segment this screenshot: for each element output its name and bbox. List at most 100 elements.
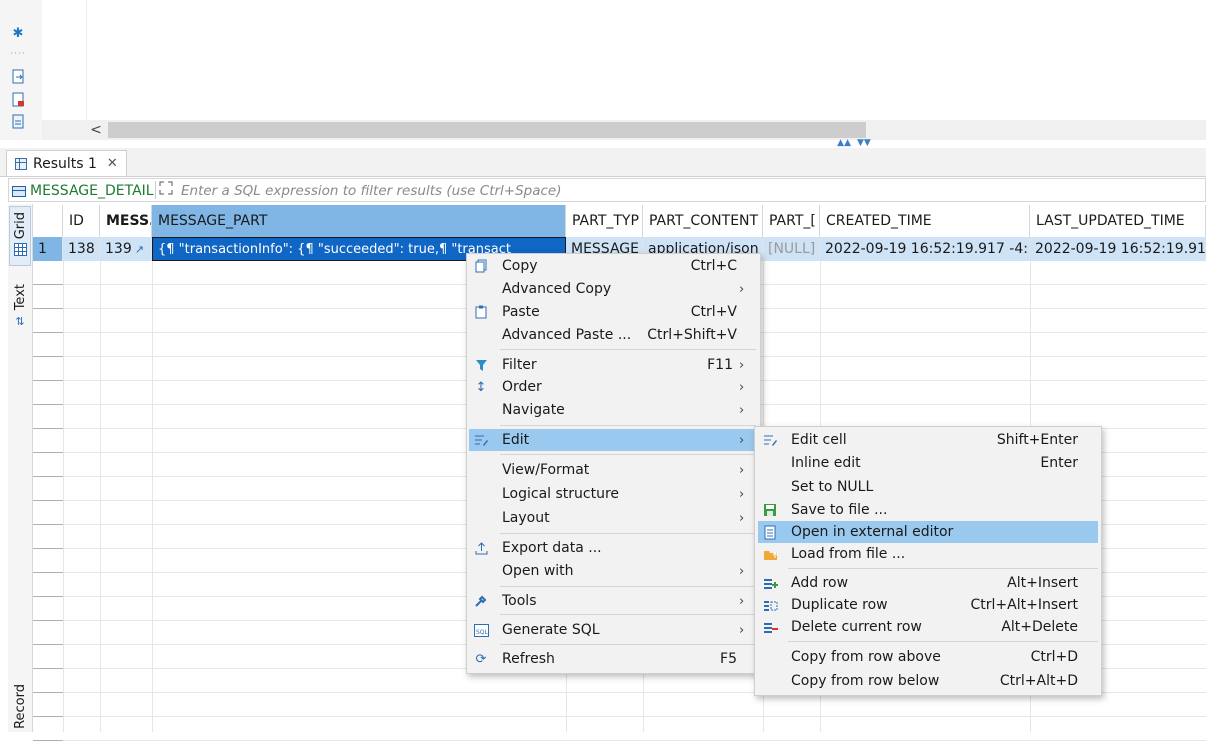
column-header-part-type[interactable]: PART_TYP xyxy=(566,205,643,237)
menu-item-set-to-null[interactable]: Set to NULL xyxy=(758,476,1098,498)
export-file-icon[interactable] xyxy=(10,68,26,84)
sql-editor-area[interactable] xyxy=(0,0,1206,140)
scroll-left-icon[interactable]: < xyxy=(88,121,104,139)
row-number-cell[interactable] xyxy=(33,309,63,333)
menu-item-navigate[interactable]: Navigate › xyxy=(469,399,755,421)
menu-item-open-in-external-editor[interactable]: Open in external editor xyxy=(758,521,1098,543)
menu-item-open-with[interactable]: Open with › xyxy=(469,560,755,582)
menu-label: Generate SQL xyxy=(502,622,600,638)
menu-label: Edit cell xyxy=(791,432,847,448)
menu-label: Copy from row above xyxy=(791,649,941,665)
menu-item-generate-sql[interactable]: SQL Generate SQL › xyxy=(469,619,755,641)
menu-shortcut: Ctrl+V xyxy=(690,304,737,320)
expand-icon[interactable] xyxy=(159,181,175,197)
folder-icon xyxy=(762,546,778,562)
tab-grid[interactable]: Grid xyxy=(9,206,31,266)
row-number-cell[interactable] xyxy=(33,453,63,477)
menu-item-edit-cell[interactable]: Edit cell Shift+Enter xyxy=(758,429,1098,451)
row-number-cell[interactable] xyxy=(33,501,63,525)
row-number-cell[interactable] xyxy=(33,645,63,669)
menu-item-duplicate-row[interactable]: Duplicate row Ctrl+Alt+Insert xyxy=(758,594,1098,616)
menu-item-order[interactable]: ↕ Order › xyxy=(469,376,755,398)
menu-separator xyxy=(500,425,756,426)
row-number-cell[interactable] xyxy=(33,621,63,645)
row-number-cell[interactable] xyxy=(33,477,63,501)
menu-item-refresh[interactable]: ⟳ Refresh F5 xyxy=(469,648,755,670)
gear-icon[interactable]: ✱ xyxy=(10,25,26,41)
menu-label: Open with xyxy=(502,563,574,579)
column-header-id[interactable]: ID xyxy=(63,205,100,237)
menu-label: View/Format xyxy=(502,462,590,478)
column-header-last-updated-time[interactable]: LAST_UPDATED_TIME xyxy=(1030,205,1206,237)
row-number-cell[interactable] xyxy=(33,405,63,429)
chevron-right-icon: › xyxy=(739,486,745,502)
menu-item-copy[interactable]: Copy Ctrl+C xyxy=(469,255,755,277)
menu-item-tools[interactable]: Tools › xyxy=(469,590,755,612)
column-header-message-part[interactable]: MESSAGE_PART xyxy=(152,205,566,237)
export-icon xyxy=(473,540,489,556)
column-header-part-content[interactable]: PART_CONTENT xyxy=(643,205,763,237)
menu-item-advanced-paste[interactable]: Advanced Paste ... Ctrl+Shift+V xyxy=(469,324,755,346)
dots-separator: ···· xyxy=(10,49,26,59)
chevron-right-icon: › xyxy=(739,402,745,418)
menu-item-export-data[interactable]: Export data ... xyxy=(469,537,755,559)
filter-input[interactable]: Enter a SQL expression to filter results… xyxy=(181,180,562,202)
column-header-part-d[interactable]: PART_[ xyxy=(763,205,820,237)
menu-item-edit[interactable]: Edit › xyxy=(469,429,755,451)
row-number-cell[interactable] xyxy=(33,693,63,717)
row-number-cell[interactable] xyxy=(33,285,63,309)
menu-item-save-to-file[interactable]: Save to file ... xyxy=(758,499,1098,521)
row-number-cell[interactable] xyxy=(33,357,63,381)
row-number-cell[interactable] xyxy=(33,261,63,285)
file-error-icon[interactable] xyxy=(10,91,26,107)
chevron-right-icon: › xyxy=(739,357,745,373)
copy-icon xyxy=(473,258,489,274)
menu-item-logical-structure[interactable]: Logical structure › xyxy=(469,483,755,505)
tab-text[interactable]: Text ⇅ xyxy=(9,278,31,334)
row-number-cell[interactable] xyxy=(33,333,63,357)
menu-item-add-row[interactable]: Add row Alt+Insert xyxy=(758,572,1098,594)
chevron-right-icon: › xyxy=(739,281,745,297)
edit-icon xyxy=(473,432,489,448)
menu-item-filter[interactable]: Filter F11 › xyxy=(469,354,755,376)
menu-item-layout[interactable]: Layout › xyxy=(469,507,755,529)
link-icon[interactable]: ↗ xyxy=(135,243,144,256)
menu-label: Set to NULL xyxy=(791,479,874,495)
row-number-cell[interactable] xyxy=(33,573,63,597)
column-header-created-time[interactable]: CREATED_TIME xyxy=(820,205,1030,237)
row-number-cell[interactable] xyxy=(33,669,63,693)
menu-label: Delete current row xyxy=(791,619,922,635)
table-cell-message-id[interactable]: 139 ↗ xyxy=(100,237,152,261)
table-cell-id[interactable]: 138 xyxy=(63,237,100,261)
close-icon[interactable]: ✕ xyxy=(107,156,118,171)
tab-record[interactable]: Record xyxy=(9,680,31,732)
table-cell-last-updated-time[interactable]: 2022-09-19 16:52:19.917 - xyxy=(1030,237,1206,261)
menu-shortcut: Shift+Enter xyxy=(996,432,1078,448)
row-number[interactable]: 1 xyxy=(33,237,63,261)
panel-splitter-icon[interactable]: ▲▲ ▼▼ xyxy=(836,138,872,148)
menu-item-delete-current-row[interactable]: Delete current row Alt+Delete xyxy=(758,616,1098,638)
menu-item-copy-from-row-below[interactable]: Copy from row below Ctrl+Alt+D xyxy=(758,670,1098,692)
menu-label: Export data ... xyxy=(502,540,602,556)
row-number-cell[interactable] xyxy=(33,429,63,453)
table-cell-created-time[interactable]: 2022-09-19 16:52:19.917 -4:00 xyxy=(820,237,1030,261)
menu-item-paste[interactable]: Paste Ctrl+V xyxy=(469,301,755,323)
menu-label: Paste xyxy=(502,304,540,320)
menu-label: Save to file ... xyxy=(791,502,888,518)
tab-results-1[interactable]: Results 1 ✕ xyxy=(6,150,127,176)
row-number-cell[interactable] xyxy=(33,525,63,549)
menu-item-inline-edit[interactable]: Inline edit Enter xyxy=(758,452,1098,474)
row-number-cell[interactable] xyxy=(33,597,63,621)
row-number-cell[interactable] xyxy=(33,717,63,741)
column-header-message-id[interactable]: MESS. xyxy=(100,205,152,237)
menu-item-load-from-file[interactable]: Load from file ... xyxy=(758,543,1098,565)
file-icon[interactable] xyxy=(10,113,26,129)
table-name[interactable]: MESSAGE_DETAIL xyxy=(12,180,154,202)
menu-item-copy-from-row-above[interactable]: Copy from row above Ctrl+D xyxy=(758,646,1098,668)
scrollbar-thumb[interactable] xyxy=(108,122,866,138)
table-cell-null[interactable]: [NULL] xyxy=(763,237,820,261)
menu-item-advanced-copy[interactable]: Advanced Copy › xyxy=(469,278,755,300)
row-number-cell[interactable] xyxy=(33,549,63,573)
row-number-cell[interactable] xyxy=(33,381,63,405)
menu-item-view-format[interactable]: View/Format › xyxy=(469,459,755,481)
